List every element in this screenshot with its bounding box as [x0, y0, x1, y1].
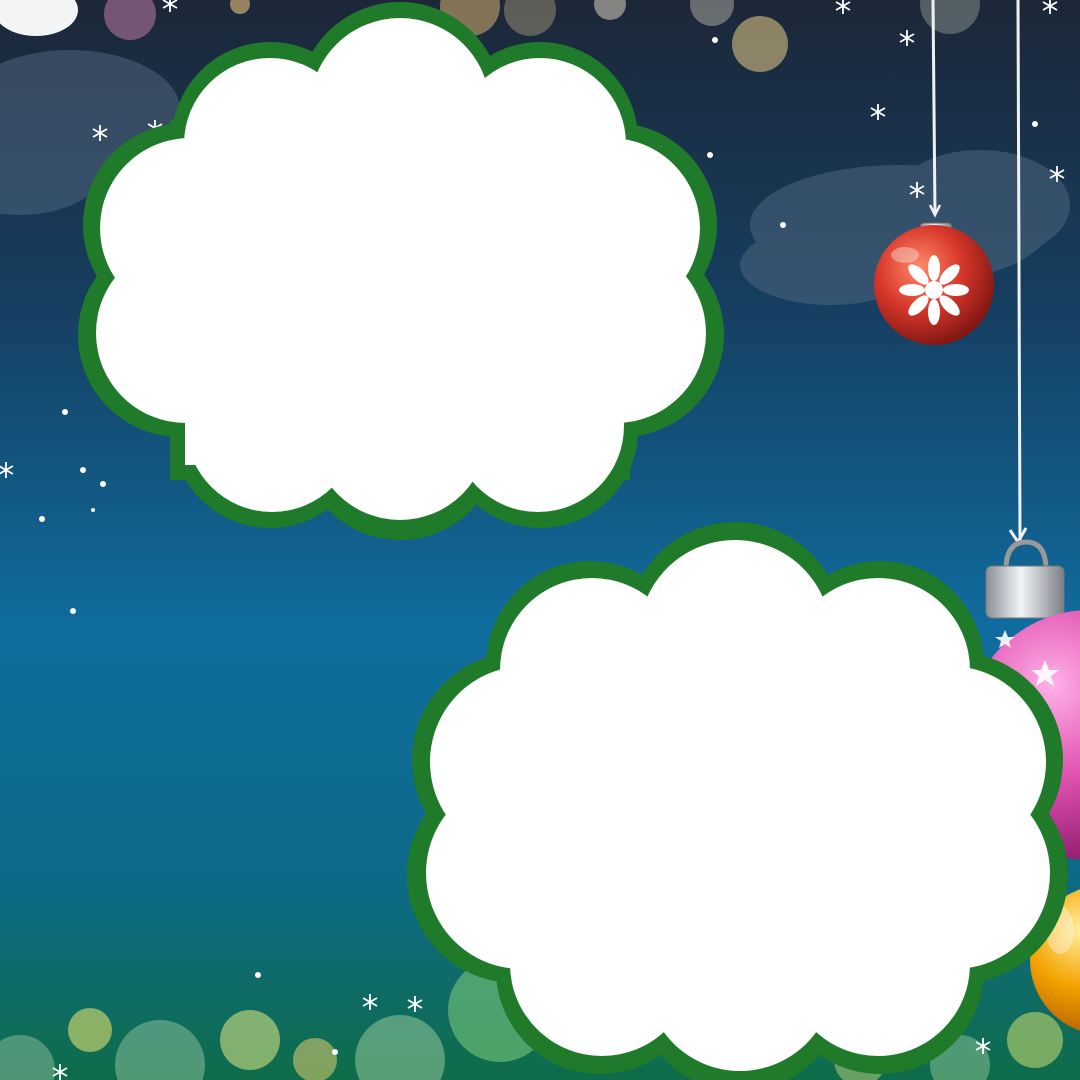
background-art [0, 0, 1080, 1080]
holiday-card-canvas [0, 0, 1080, 1080]
